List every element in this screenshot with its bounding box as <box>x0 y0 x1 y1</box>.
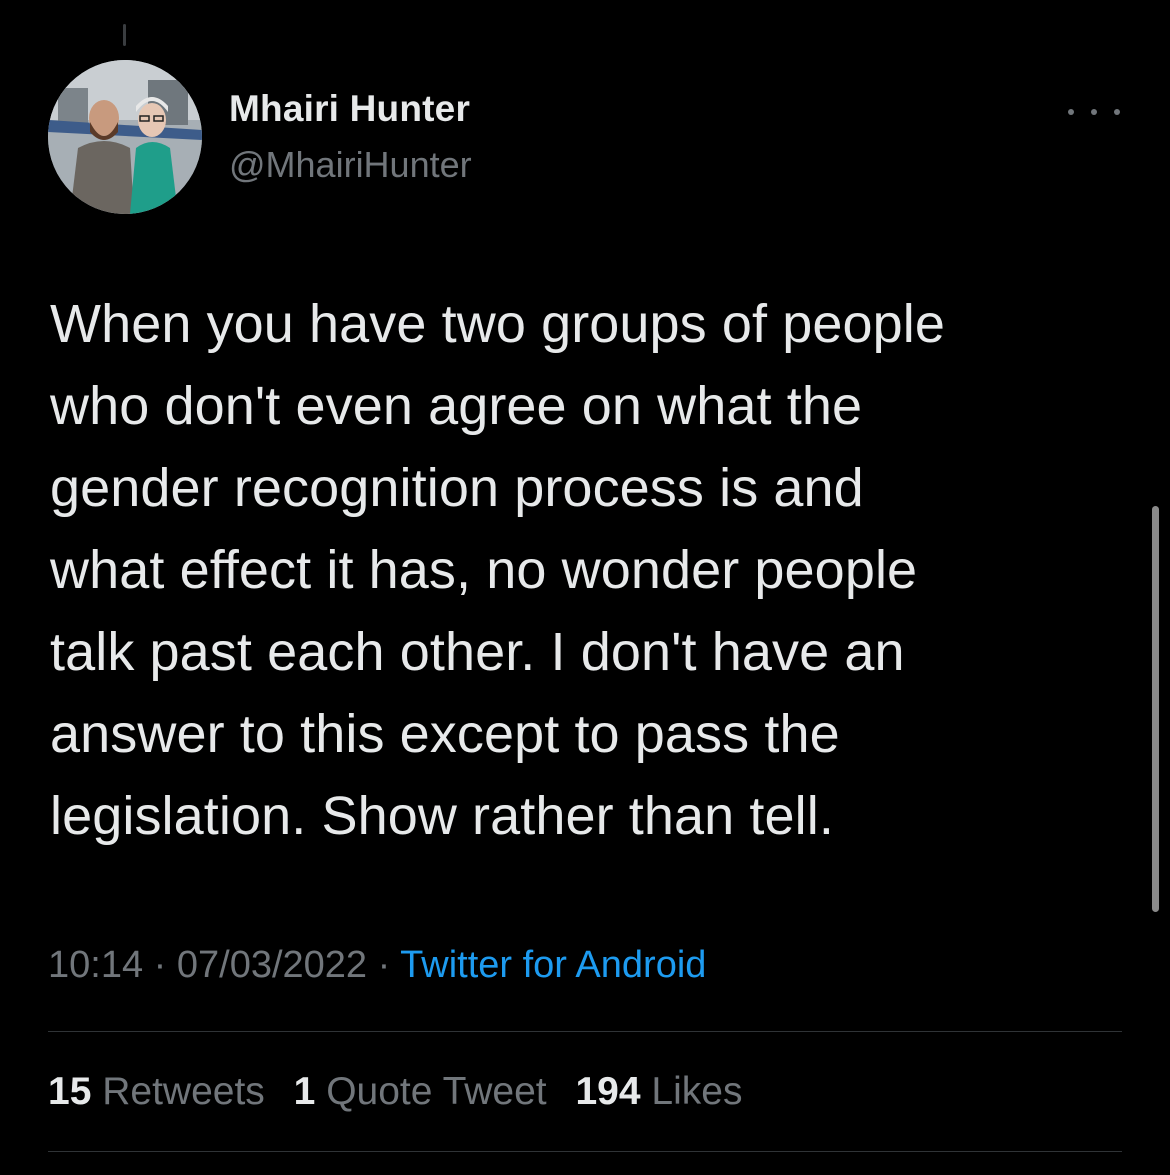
author-display-name[interactable]: Mhairi Hunter <box>229 88 470 130</box>
more-dot-icon <box>1114 109 1120 115</box>
meta-separator: · <box>143 944 177 986</box>
divider <box>48 1151 1122 1152</box>
tweet-text-line: When you have two groups of people <box>50 294 945 354</box>
tweet-text-line: who don't even agree on what the <box>50 376 863 436</box>
tweet-text-line: answer to this except to pass the <box>50 704 840 764</box>
likes-stat[interactable]: 194 Likes <box>575 1070 742 1113</box>
thread-connector-line <box>123 24 126 46</box>
more-options-button[interactable] <box>1068 97 1120 127</box>
retweets-stat[interactable]: 15 Retweets <box>48 1070 265 1113</box>
quote-tweets-label: Quote Tweet <box>326 1070 547 1113</box>
author-avatar[interactable] <box>48 60 202 214</box>
tweet-text-line: gender recognition process is and <box>50 458 864 518</box>
author-handle[interactable]: @MhairiHunter <box>229 144 472 186</box>
quote-tweets-count: 1 <box>293 1070 316 1113</box>
tweet-metadata: 10:14 · 07/03/2022 · Twitter for Android <box>48 944 706 987</box>
retweets-count: 15 <box>48 1070 92 1113</box>
tweet-date[interactable]: 07/03/2022 <box>177 944 367 986</box>
tweet-source-link[interactable]: Twitter for Android <box>400 944 706 986</box>
tweet-time[interactable]: 10:14 <box>48 944 143 986</box>
meta-separator: · <box>367 944 401 986</box>
retweets-label: Retweets <box>102 1070 265 1113</box>
scrollbar-thumb[interactable] <box>1152 506 1159 912</box>
likes-count: 194 <box>575 1070 641 1113</box>
quote-tweets-stat[interactable]: 1 Quote Tweet <box>294 1070 547 1113</box>
tweet-text-line: legislation. Show rather than tell. <box>50 786 834 846</box>
tweet-text: When you have two groups of people who d… <box>50 283 1125 857</box>
avatar-photo-icon <box>48 60 202 214</box>
tweet-stats: 15 Retweets 1 Quote Tweet 194 Likes <box>48 1070 760 1114</box>
tweet-text-line: talk past each other. I don't have an <box>50 622 905 682</box>
tweet-text-line: what effect it has, no wonder people <box>50 540 918 600</box>
more-dot-icon <box>1091 109 1097 115</box>
likes-label: Likes <box>651 1070 743 1113</box>
divider <box>48 1031 1122 1032</box>
more-dot-icon <box>1068 109 1074 115</box>
